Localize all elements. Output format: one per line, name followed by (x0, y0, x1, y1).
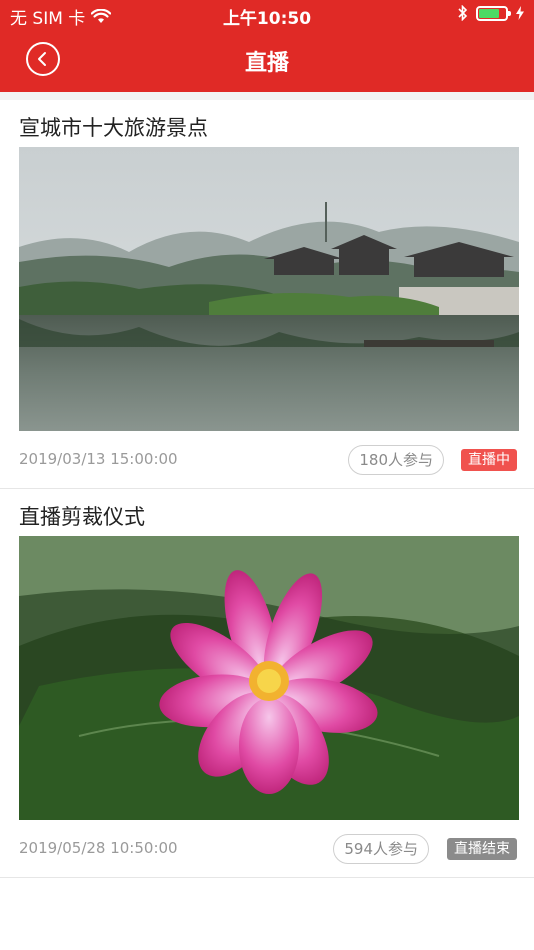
item-date: 2019/05/28 10:50:00 (19, 839, 178, 857)
status-time: 上午10:50 (222, 9, 312, 29)
navigation-bar: 直播 (0, 30, 534, 92)
list-item[interactable]: 宣城市十大旅游景点 2019/03/13 15:00:00 180人参与 直播中 (0, 100, 534, 489)
item-title: 宣城市十大旅游景点 (19, 116, 208, 140)
list-top-spacer (0, 92, 534, 100)
charging-icon (516, 6, 524, 20)
app-header: 无 SIM 卡 上午10:50 直播 (0, 0, 534, 92)
item-thumbnail[interactable] (19, 536, 519, 820)
item-date: 2019/03/13 15:00:00 (19, 450, 178, 468)
participant-count: 180人参与 (348, 445, 444, 475)
live-list: 宣城市十大旅游景点 2019/03/13 15:00:00 180人参与 直播中… (0, 92, 534, 950)
status-badge: 直播结束 (447, 838, 517, 860)
page-title: 直播 (244, 51, 289, 76)
participant-count: 594人参与 (333, 834, 429, 864)
status-badge: 直播中 (461, 449, 517, 471)
status-bar: 无 SIM 卡 上午10:50 (0, 0, 534, 30)
item-thumbnail[interactable] (19, 147, 519, 431)
bluetooth-icon (458, 5, 468, 21)
item-title: 直播剪裁仪式 (19, 505, 145, 529)
battery-icon (476, 5, 511, 21)
list-item[interactable]: 直播剪裁仪式 2019/05/28 10:50:00 594人参与 直播结束 (0, 489, 534, 878)
